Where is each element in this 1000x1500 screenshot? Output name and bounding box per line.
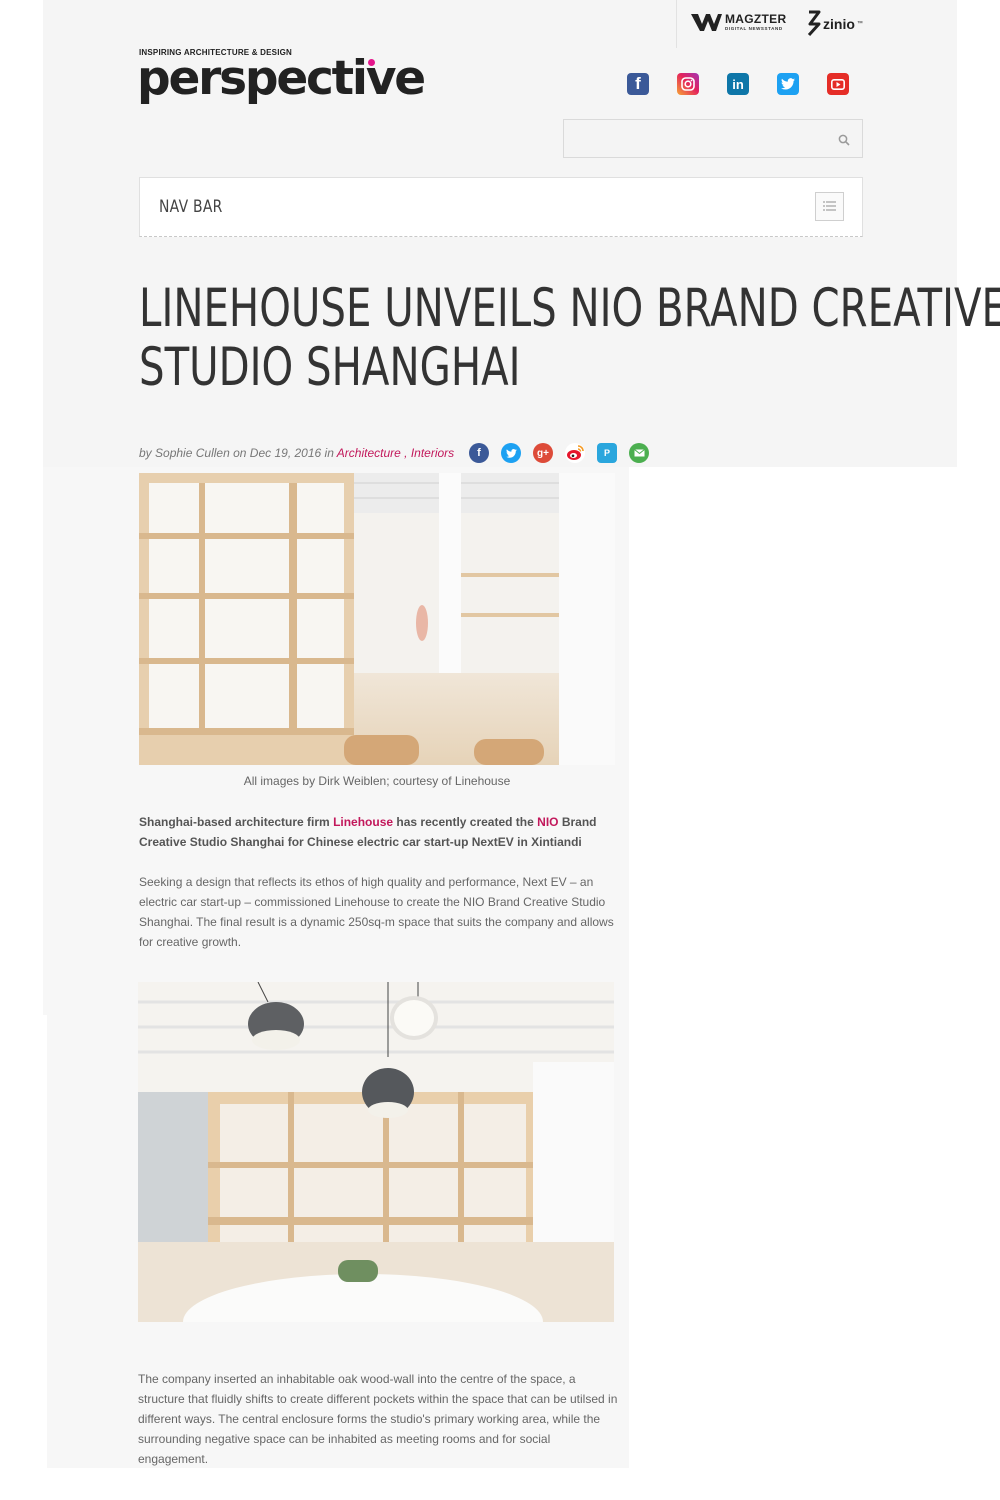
article-title: LINEHOUSE UNVEILS NIO BRAND CREATIVE STU… bbox=[139, 278, 1000, 398]
logo-accent-dot bbox=[368, 59, 375, 66]
facebook-icon[interactable]: f bbox=[627, 73, 649, 95]
article-paragraph-1: Seeking a design that reflects its ethos… bbox=[139, 875, 614, 949]
lead-text: Shanghai-based architecture firm bbox=[139, 815, 334, 829]
twitter-share-icon[interactable] bbox=[501, 443, 521, 463]
menu-toggle-button[interactable] bbox=[815, 192, 844, 221]
publish-date: Dec 19, 2016 bbox=[249, 446, 322, 460]
search-icon[interactable] bbox=[838, 134, 850, 146]
facebook-share-icon[interactable]: f bbox=[469, 443, 489, 463]
email-share-icon[interactable] bbox=[629, 443, 649, 463]
magzter-logo-icon bbox=[691, 13, 722, 31]
meta-on: on bbox=[233, 446, 247, 460]
category-link-architecture[interactable]: Architecture bbox=[337, 446, 401, 460]
zinio-logo-icon bbox=[807, 10, 821, 37]
twitter-icon[interactable] bbox=[777, 73, 799, 95]
nav-bar-label: NAV BAR bbox=[159, 197, 223, 217]
zinio-link[interactable]: zinio ™ bbox=[807, 10, 863, 37]
nio-link[interactable]: NIO bbox=[537, 815, 558, 829]
article-title-line: STUDIO SHANGHAI bbox=[139, 337, 521, 398]
pocket-share-icon[interactable]: P bbox=[597, 443, 617, 463]
author-link[interactable]: Sophie Cullen bbox=[155, 446, 230, 460]
photo-caption: All images by Dirk Weiblen; courtesy of … bbox=[243, 774, 511, 788]
category-link-interiors[interactable]: Interiors bbox=[411, 446, 454, 460]
linehouse-link[interactable]: Linehouse bbox=[333, 815, 393, 829]
search-input[interactable] bbox=[564, 120, 824, 157]
article-meta: by Sophie Cullen on Dec 19, 2016 in Arch… bbox=[139, 446, 454, 460]
magzter-subtitle: DIGITAL NEWSSTAND bbox=[725, 26, 783, 31]
instagram-icon[interactable] bbox=[677, 73, 699, 95]
meta-in: in bbox=[324, 446, 334, 460]
lead-text: has recently created the bbox=[393, 815, 538, 829]
linkedin-icon[interactable]: in bbox=[727, 73, 749, 95]
magzter-link[interactable]: MAGZTER DIGITAL NEWSSTAND bbox=[691, 13, 786, 32]
weibo-share-icon[interactable] bbox=[565, 443, 585, 463]
category-separator: , bbox=[400, 446, 411, 460]
article-paragraph-2: The company inserted an inhabitable oak … bbox=[138, 1372, 618, 1466]
magzter-name: MAGZTER bbox=[725, 12, 787, 26]
article-lead: Shanghai-based architecture firm Linehou… bbox=[139, 812, 609, 852]
site-logo[interactable]: perspective bbox=[137, 50, 426, 108]
google-plus-share-icon[interactable]: g+ bbox=[533, 443, 553, 463]
search-box bbox=[563, 119, 863, 158]
article-title-line: LINEHOUSE UNVEILS NIO BRAND CREATIVE bbox=[139, 278, 1000, 339]
youtube-icon[interactable] bbox=[827, 73, 849, 95]
zinio-trademark: ™ bbox=[856, 20, 863, 27]
partner-logos: MAGZTER DIGITAL NEWSSTAND zinio ™ bbox=[676, 0, 876, 48]
hamburger-menu-icon bbox=[823, 201, 836, 211]
meta-by: by bbox=[139, 446, 152, 460]
article-photo-2 bbox=[138, 982, 614, 1322]
zinio-name: zinio bbox=[823, 15, 855, 32]
article-photo-1 bbox=[139, 473, 615, 765]
nav-bar: NAV BAR bbox=[139, 177, 863, 237]
